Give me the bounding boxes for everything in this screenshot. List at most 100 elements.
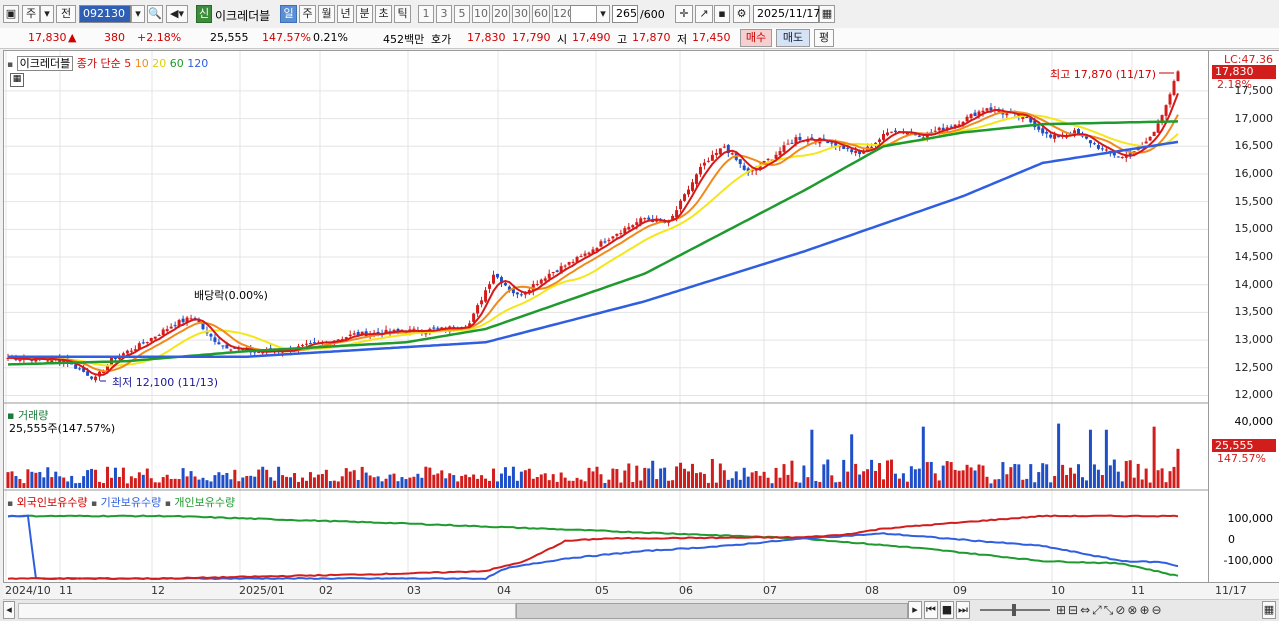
crosshair-icon[interactable]: ✛ (675, 5, 693, 23)
candle-body (308, 343, 312, 345)
volume-bar (818, 481, 822, 488)
interval-60[interactable]: 60 (532, 5, 550, 23)
candle-body (74, 364, 78, 369)
zoom-handle[interactable] (1012, 604, 1016, 616)
candle-body (121, 353, 125, 356)
volume-bar (205, 480, 209, 488)
volume-bar (328, 481, 332, 488)
interval-3[interactable]: 3 (436, 5, 452, 23)
candle-body (209, 334, 213, 337)
interval-5[interactable]: 5 (454, 5, 470, 23)
candle-body (694, 174, 698, 184)
volume-bar (1084, 480, 1088, 488)
eval-button[interactable]: 평 (814, 29, 834, 47)
interval-20[interactable]: 20 (492, 5, 510, 23)
interval-10[interactable]: 10 (472, 5, 490, 23)
volume-bar (181, 468, 185, 488)
buy-button[interactable]: 매수 (740, 29, 772, 47)
volume-bar (1053, 475, 1057, 488)
prev-button[interactable]: 전 (56, 5, 76, 23)
volume-bar (742, 467, 746, 488)
candle-body (850, 149, 854, 153)
candle-body (563, 265, 567, 267)
new-tag: 신 (196, 5, 212, 23)
interval-1[interactable]: 1 (418, 5, 434, 23)
volume-bar (993, 479, 997, 488)
volume-bar (718, 463, 722, 488)
volume-bar (1025, 478, 1029, 488)
tf-tab-2[interactable]: 월 (318, 5, 335, 23)
volume-bar (599, 474, 603, 488)
candle-body (488, 284, 492, 289)
volume-bar (511, 466, 515, 488)
tool-icons[interactable]: ⊞⊟⇔⤢⤡⊘⊗⊕⊖ (1056, 603, 1164, 618)
volume-bar (121, 467, 125, 488)
candle-body (304, 343, 308, 345)
volume-bar (82, 476, 86, 488)
scroll-right-icon[interactable]: ▸ (908, 601, 922, 619)
settings-icon[interactable]: ⚙ (733, 5, 750, 23)
save-icon[interactable]: ▪ (714, 5, 730, 23)
first-icon[interactable]: ⏮ (924, 601, 938, 619)
volume-bar (316, 474, 320, 488)
tf-tab-4[interactable]: 분 (356, 5, 373, 23)
candle-body (1100, 148, 1104, 150)
period-button[interactable]: 주 (22, 5, 40, 23)
code-dropdown-icon[interactable]: ▾ (131, 5, 145, 23)
calendar-icon[interactable]: ▦ (819, 5, 835, 23)
volume-bar (515, 480, 519, 488)
volume-bar (213, 475, 217, 488)
candle-body (543, 278, 547, 281)
candle-body (933, 130, 937, 132)
price-tick: 16,000 (1234, 166, 1274, 180)
volume-bar (364, 472, 368, 488)
toolbar: ▣ 주 ▾ 전 092130 ▾ 🔍 ◀▾ 신 이크레더블 일주월년분초틱 13… (0, 0, 1279, 29)
tf-tab-3[interactable]: 년 (337, 5, 354, 23)
candle-body (436, 327, 440, 329)
volume-bar (929, 461, 933, 488)
volume-bar (436, 473, 440, 488)
date-input[interactable]: 2025/11/17 (753, 5, 820, 23)
volume-bar (348, 471, 352, 488)
search-icon[interactable]: 🔍 (147, 5, 163, 23)
scroll-track[interactable] (18, 603, 516, 619)
draw-tool-icon[interactable]: ↗ (695, 5, 713, 23)
holder-panel-icon: ▪ (7, 499, 14, 509)
candle-body (1037, 126, 1041, 130)
price-tick: 12,500 (1234, 360, 1274, 374)
tf-tab-0[interactable]: 일 (280, 5, 297, 23)
volume-bar (671, 480, 675, 488)
layout-icon[interactable]: ▣ (3, 5, 19, 23)
grid-toggle-icon[interactable]: ▦ (10, 73, 24, 87)
speaker-icon[interactable]: ◀▾ (166, 5, 188, 23)
count-input[interactable]: 265 (612, 5, 638, 23)
volume-bar (1160, 468, 1164, 488)
volume-bar (58, 476, 62, 488)
chevron-down-icon[interactable]: ▾ (40, 5, 54, 23)
interval-dropdown-icon[interactable]: ▾ (596, 5, 610, 23)
last-icon[interactable]: ⏭ (956, 601, 970, 619)
volume-bar (161, 477, 165, 488)
interval-30[interactable]: 30 (512, 5, 530, 23)
volume-bar (54, 471, 58, 488)
sell-button[interactable]: 매도 (776, 29, 810, 47)
tf-tab-6[interactable]: 틱 (394, 5, 411, 23)
volume-bar (854, 463, 858, 488)
candle-body (213, 337, 217, 342)
candle-body (1176, 71, 1180, 82)
volume-bar (1092, 464, 1096, 488)
chart-area[interactable]: ▪ 이크레더블 종가 단순 5 10 20 60 120 ▦ 최고 17,870… (3, 50, 1209, 583)
tf-tab-5[interactable]: 초 (375, 5, 392, 23)
stop-icon[interactable]: ■ (940, 601, 954, 619)
scroll-left-icon[interactable]: ◂ (3, 601, 15, 619)
price-tick: 14,000 (1234, 277, 1274, 291)
volume-bar (165, 474, 169, 488)
code-input[interactable]: 092130 (79, 5, 131, 23)
tf-tab-1[interactable]: 주 (299, 5, 316, 23)
volume-bar (285, 476, 289, 488)
high-price: 17,870 (632, 31, 671, 44)
volume-bar (607, 479, 611, 488)
candle-body (893, 130, 897, 133)
scroll-thumb[interactable] (516, 603, 908, 619)
grid-icon[interactable]: ▦ (1262, 601, 1276, 619)
